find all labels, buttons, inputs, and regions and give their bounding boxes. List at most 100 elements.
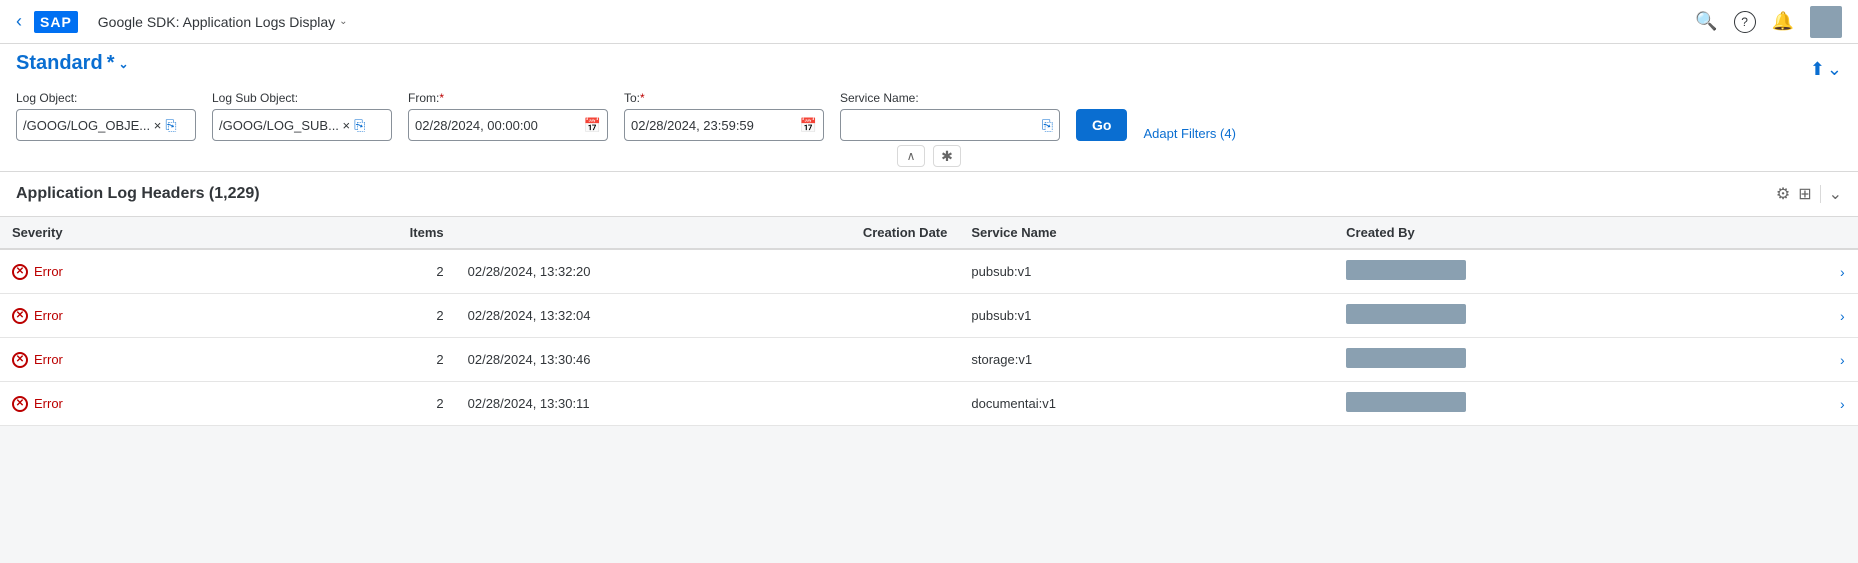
table-row[interactable]: ✕Error202/28/2024, 13:30:46storage:v1 › [0, 338, 1858, 382]
cell-service-name: storage:v1 [959, 338, 1334, 382]
service-name-label: Service Name: [840, 91, 1060, 105]
filter-row: Log Object: /GOOG/LOG_OBJE... × ⎘ Log Su… [16, 91, 1842, 141]
cell-created-by [1334, 382, 1828, 426]
error-icon: ✕ [12, 308, 28, 324]
cell-creation-date: 02/28/2024, 13:30:46 [456, 338, 960, 382]
top-nav-right: 🔍 ? 🔔 [1695, 6, 1842, 38]
variant-chevron[interactable]: ⌄ [118, 57, 128, 71]
toolbar-separator [1820, 185, 1821, 203]
from-calendar-icon[interactable]: 📅 [584, 117, 601, 134]
col-items: Items [257, 217, 456, 249]
cell-creation-date: 02/28/2024, 13:30:11 [456, 382, 960, 426]
row-nav-icon[interactable]: › [1840, 352, 1845, 368]
to-input[interactable]: 02/28/2024, 23:59:59 📅 [624, 109, 824, 141]
to-filter: To:* 02/28/2024, 23:59:59 📅 [624, 91, 824, 141]
error-badge: ✕Error [12, 396, 245, 412]
table-row[interactable]: ✕Error202/28/2024, 13:32:04pubsub:v1› [0, 294, 1858, 338]
app-log-table: Severity Items Creation Date Service Nam… [0, 217, 1858, 426]
from-filter: From:* 02/28/2024, 00:00:00 📅 [408, 91, 608, 141]
log-object-label: Log Object: [16, 91, 196, 105]
table-title: Application Log Headers (1,229) [16, 185, 260, 203]
from-required: * [439, 91, 444, 105]
service-name-input[interactable]: ⎘ [840, 109, 1060, 141]
col-service-name: Service Name [959, 217, 1334, 249]
back-button[interactable]: ‹ [16, 11, 22, 32]
variant-label: Standard [16, 52, 103, 75]
go-button[interactable]: Go [1076, 109, 1127, 141]
cell-severity: ✕ Error [0, 249, 257, 294]
bell-icon[interactable]: 🔔 [1772, 11, 1794, 32]
cell-creation-date: 02/28/2024, 13:32:04 [456, 294, 960, 338]
created-by-blurred [1346, 304, 1466, 324]
from-input[interactable]: 02/28/2024, 00:00:00 📅 [408, 109, 608, 141]
expand-icon[interactable]: ⌄ [1829, 184, 1842, 204]
main-content: Application Log Headers (1,229) ⚙ ⊞ ⌄ Se… [0, 172, 1858, 426]
service-name-text-input[interactable] [847, 118, 1038, 133]
variant-asterisk: * [107, 52, 115, 75]
columns-icon[interactable]: ⊞ [1798, 184, 1811, 204]
help-icon[interactable]: ? [1734, 11, 1756, 33]
cell-nav-arrow[interactable]: › [1828, 382, 1858, 426]
log-sub-object-value: /GOOG/LOG_SUB... × [219, 118, 350, 133]
cell-nav-arrow[interactable]: › [1828, 249, 1858, 294]
export-chevron: ⌄ [1827, 59, 1842, 80]
cell-nav-arrow[interactable]: › [1828, 294, 1858, 338]
log-sub-object-tag: /GOOG/LOG_SUB... × [219, 118, 350, 133]
col-nav [1828, 217, 1858, 249]
row-nav-icon[interactable]: › [1840, 264, 1845, 280]
error-icon: ✕ [12, 396, 28, 412]
cell-creation-date: 02/28/2024, 13:32:20 [456, 249, 960, 294]
export-button[interactable]: ⬆ ⌄ [1810, 59, 1842, 80]
from-value: 02/28/2024, 00:00:00 [415, 118, 584, 133]
adapt-filters-link[interactable]: Adapt Filters (4) [1143, 126, 1235, 141]
row-nav-icon[interactable]: › [1840, 308, 1845, 324]
table-toolbar-right: ⚙ ⊞ ⌄ [1776, 184, 1842, 204]
cell-items: 2 [257, 382, 456, 426]
collapse-up-button[interactable]: ∧ [897, 145, 925, 167]
to-value: 02/28/2024, 23:59:59 [631, 118, 800, 133]
table-row[interactable]: ✕Error202/28/2024, 13:30:11documentai:v1… [0, 382, 1858, 426]
error-icon: ✕ [12, 264, 28, 280]
service-name-filter: Service Name: ⎘ [840, 91, 1060, 141]
sap-logo-box: SAP [34, 11, 78, 33]
cell-severity: ✕Error [0, 338, 257, 382]
avatar[interactable] [1810, 6, 1842, 38]
to-calendar-icon[interactable]: 📅 [800, 117, 817, 134]
table-row[interactable]: ✕Error202/28/2024, 13:32:20pubsub:v1› [0, 249, 1858, 294]
sap-logo: SAP [34, 11, 78, 33]
settings-icon[interactable]: ⚙ [1776, 184, 1790, 204]
severity-text: Error [34, 308, 63, 323]
sub-header: Standard* ⌄ ⬆ ⌄ Log Object: /GOOG/LOG_OB… [0, 44, 1858, 172]
severity-text: Error [34, 264, 63, 279]
table-header-row: Severity Items Creation Date Service Nam… [0, 217, 1858, 249]
cell-items: 2 [257, 338, 456, 382]
from-label: From:* [408, 91, 608, 105]
to-required: * [640, 91, 645, 105]
service-name-copy-icon[interactable]: ⎘ [1042, 117, 1053, 134]
created-by-blurred [1346, 260, 1466, 280]
app-title: Google SDK: Application Logs Display ⌄ [98, 14, 348, 30]
row-nav-icon[interactable]: › [1840, 396, 1845, 412]
error-badge: ✕ Error [12, 308, 245, 324]
app-title-text: Google SDK: Application Logs Display [98, 14, 335, 30]
app-title-chevron[interactable]: ⌄ [339, 16, 347, 27]
col-severity: Severity [0, 217, 257, 249]
log-sub-object-label: Log Sub Object: [212, 91, 392, 105]
col-creation-date: Creation Date [456, 217, 960, 249]
log-sub-object-copy-icon[interactable]: ⎘ [354, 117, 365, 134]
top-nav: ‹ SAP Google SDK: Application Logs Displ… [0, 0, 1858, 44]
cell-nav-arrow[interactable]: › [1828, 338, 1858, 382]
collapse-pin-button[interactable]: ✱ [933, 145, 961, 167]
log-object-copy-icon[interactable]: ⎘ [165, 117, 176, 134]
log-sub-object-input[interactable]: /GOOG/LOG_SUB... × ⎘ [212, 109, 392, 141]
severity-text: Error [34, 352, 63, 367]
cell-severity: ✕Error [0, 382, 257, 426]
cell-items: 2 [257, 294, 456, 338]
export-icon: ⬆ [1810, 59, 1825, 80]
search-icon[interactable]: 🔍 [1695, 11, 1717, 32]
table-body: ✕Error202/28/2024, 13:32:20pubsub:v1›✕Er… [0, 249, 1858, 426]
log-object-value: /GOOG/LOG_OBJE... × [23, 118, 161, 133]
log-object-input[interactable]: /GOOG/LOG_OBJE... × ⎘ [16, 109, 196, 141]
cell-items: 2 [257, 249, 456, 294]
cell-created-by [1334, 249, 1828, 294]
